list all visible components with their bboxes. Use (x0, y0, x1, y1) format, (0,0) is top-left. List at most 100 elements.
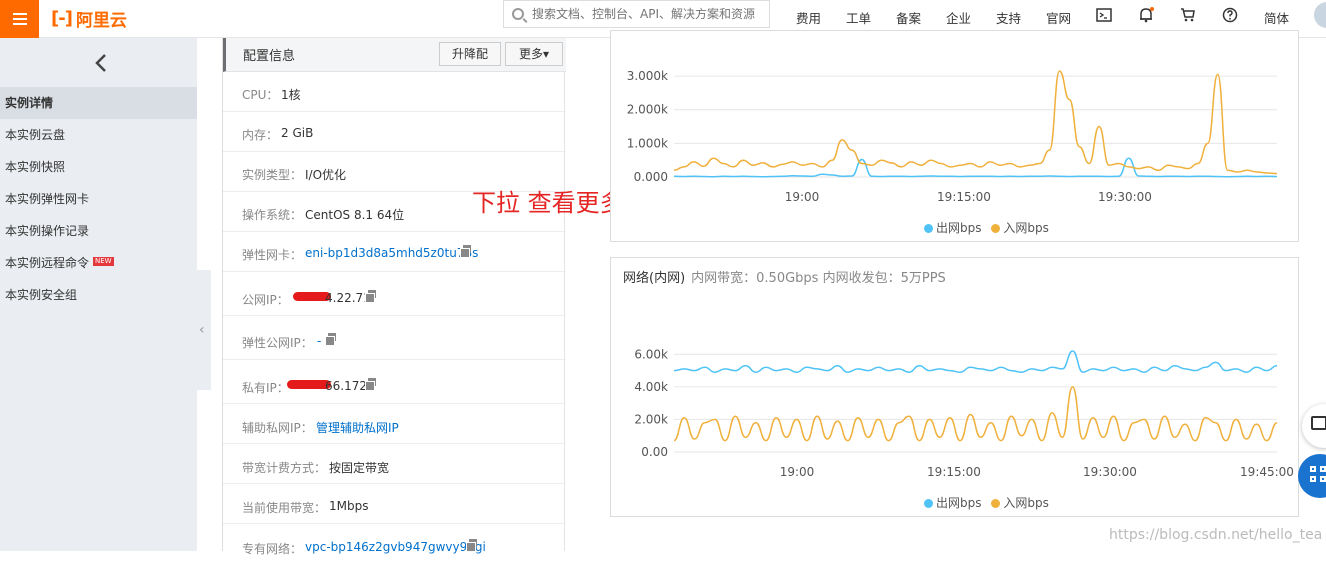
config-title: 配置信息 (243, 49, 296, 64)
sidebar-collapse-handle[interactable]: ‹ (197, 270, 211, 390)
sidebar-item-snapshots[interactable]: 本实例快照 (0, 151, 197, 183)
menu-icon[interactable] (0, 0, 39, 38)
y-tick-label: 6.00k (634, 347, 668, 361)
sidebar-item-eni[interactable]: 本实例弹性网卡 (0, 183, 197, 215)
config-row-public-ip: 公网IP： 4.22.71 (223, 272, 566, 316)
series-line-out (673, 157, 1278, 178)
config-value: 4.22.71 (325, 291, 371, 305)
apps-float-button[interactable] (1298, 454, 1326, 498)
legend-out-label[interactable]: 出网bps (936, 221, 982, 235)
upgrade-button[interactable]: 升降配 (439, 42, 501, 66)
config-row-secondary-ip: 辅助私网IP： 管理辅助私网IP (223, 404, 566, 444)
new-badge: NEW (93, 257, 114, 266)
terminal-icon[interactable] (1095, 6, 1113, 24)
copy-icon[interactable] (365, 378, 376, 391)
x-tick-label: 19:15:00 (937, 190, 991, 204)
sidebar-item-label: 本实例弹性网卡 (5, 192, 90, 206)
config-key: 公网IP： (242, 293, 289, 307)
x-tick-label: 19:15:00 (927, 465, 981, 479)
watermark: https://blog.csdn.net/hello_tea (1109, 527, 1323, 543)
copy-icon[interactable] (460, 245, 471, 258)
more-button[interactable]: 更多▾ (505, 42, 563, 66)
manage-secondary-ip-link[interactable]: 管理辅助私网IP (316, 419, 399, 436)
sidebar-item-security-groups[interactable]: 本实例安全组 (0, 279, 197, 311)
config-row-eni: 弹性网卡： eni-bp1d3d8a5mhd5z0tu78s (223, 232, 566, 272)
config-key: 实例类型： (242, 168, 303, 182)
cart-icon[interactable] (1179, 6, 1197, 24)
logo-mark: [-] (51, 7, 73, 29)
nav-official[interactable]: 官网 (1046, 8, 1071, 27)
sidebar-item-label: 本实例云盘 (5, 128, 66, 142)
sidebar-item-label: 本实例远程命令 (5, 256, 90, 270)
series-line-in (673, 386, 1278, 442)
legend-dot-out (924, 224, 933, 233)
copy-icon[interactable] (325, 333, 336, 346)
series-line-in (673, 70, 1278, 175)
legend-dot-out (924, 499, 933, 508)
config-value: I/O优化 (305, 168, 347, 182)
config-key: 专有网络： (242, 542, 303, 556)
legend-out-label[interactable]: 出网bps (936, 496, 982, 510)
chat-float-button[interactable] (1302, 404, 1326, 448)
apps-icon-cell (1310, 476, 1316, 482)
config-row-billing: 带宽计费方式： 按固定带宽 (223, 444, 566, 484)
bell-icon[interactable] (1137, 6, 1155, 24)
chart-public-network: 3.000k 2.000k 1.000k 0.000 19:00 19:15:00 19:3… (627, 69, 1278, 204)
apps-icon-cell (1320, 466, 1326, 472)
x-tick-label: 19:30:00 (1098, 190, 1152, 204)
config-key: 私有IP： (242, 381, 289, 395)
nav-fees[interactable]: 费用 (796, 8, 821, 27)
search-icon[interactable] (512, 8, 524, 20)
logo-name: 阿里云 (75, 10, 127, 31)
nav-enterprise[interactable]: 企业 (946, 8, 971, 27)
chart-legend: 出网bps 入网bps (924, 494, 1049, 511)
config-value: CentOS 8.1 64位 (305, 208, 405, 222)
x-tick-label: 19:45:00 (1240, 465, 1294, 479)
y-tick-label: 4.00k (634, 380, 668, 394)
config-row-bandwidth: 当前使用带宽： 1Mbps (223, 484, 566, 524)
config-row-cpu: CPU： 1核 (223, 72, 566, 112)
config-value: 1核 (281, 88, 301, 102)
y-tick-label: 3.000k (627, 69, 668, 83)
config-panel: 配置信息 升降配 更多▾ CPU： 1核 内存： 2 GiB 实例类型： I/O… (222, 38, 566, 556)
config-row-memory: 内存： 2 GiB (223, 112, 566, 152)
help-icon[interactable] (1221, 6, 1239, 24)
apps-icon-cell (1320, 476, 1326, 482)
vpc-link[interactable]: vpc-bp146z2gvb947gwvy9dgi (305, 540, 486, 554)
nav-support[interactable]: 支持 (996, 8, 1021, 27)
config-value: 按固定带宽 (329, 461, 390, 475)
copy-icon[interactable] (466, 539, 477, 552)
x-tick-label: 19:30:00 (1083, 465, 1137, 479)
sidebar-item-operation-log[interactable]: 本实例操作记录 (0, 215, 197, 247)
nav-tickets[interactable]: 工单 (846, 8, 871, 27)
copy-icon[interactable] (365, 290, 376, 303)
legend-dot-in (991, 499, 1001, 508)
legend-in-label[interactable]: 入网bps (1003, 221, 1049, 235)
sidebar-item-label: 实例详情 (5, 96, 54, 110)
config-value: - (317, 334, 322, 348)
search-box[interactable] (503, 0, 770, 28)
config-key: 弹性公网IP： (242, 336, 313, 350)
legend-in-label[interactable]: 入网bps (1003, 496, 1049, 510)
eni-link[interactable]: eni-bp1d3d8a5mhd5z0tu78s (305, 246, 478, 260)
logo[interactable]: [-] 阿里云 (51, 6, 127, 31)
chart-internal-network: 6.00k 4.00k 2.00k 0.00 19:00 19:15:00 19:30:00… (634, 347, 1294, 479)
sidebar-item-disks[interactable]: 本实例云盘 (0, 119, 197, 151)
apps-icon (1310, 466, 1316, 472)
sidebar-item-instance-details[interactable]: 实例详情 (0, 87, 197, 119)
y-tick-label: 0.000 (634, 170, 668, 184)
config-key: 带宽计费方式： (242, 461, 327, 475)
language-switch[interactable]: 简体 (1264, 8, 1289, 27)
config-value: 66.172 (325, 379, 367, 393)
sidebar-item-remote-commands[interactable]: 本实例远程命令 NEW (0, 247, 197, 279)
config-key: CPU： (242, 88, 279, 102)
config-key: 弹性网卡： (242, 248, 303, 262)
back-arrow-icon[interactable] (94, 52, 108, 74)
config-row-private-ip: 私有IP： 66.172 (223, 360, 566, 404)
config-key: 辅助私网IP： (242, 421, 313, 435)
nav-icp[interactable]: 备案 (896, 8, 921, 27)
avatar[interactable] (1314, 2, 1326, 28)
search-input[interactable] (532, 7, 762, 21)
config-value: 1Mbps (329, 499, 369, 513)
x-tick-label: 19:00 (785, 190, 820, 204)
